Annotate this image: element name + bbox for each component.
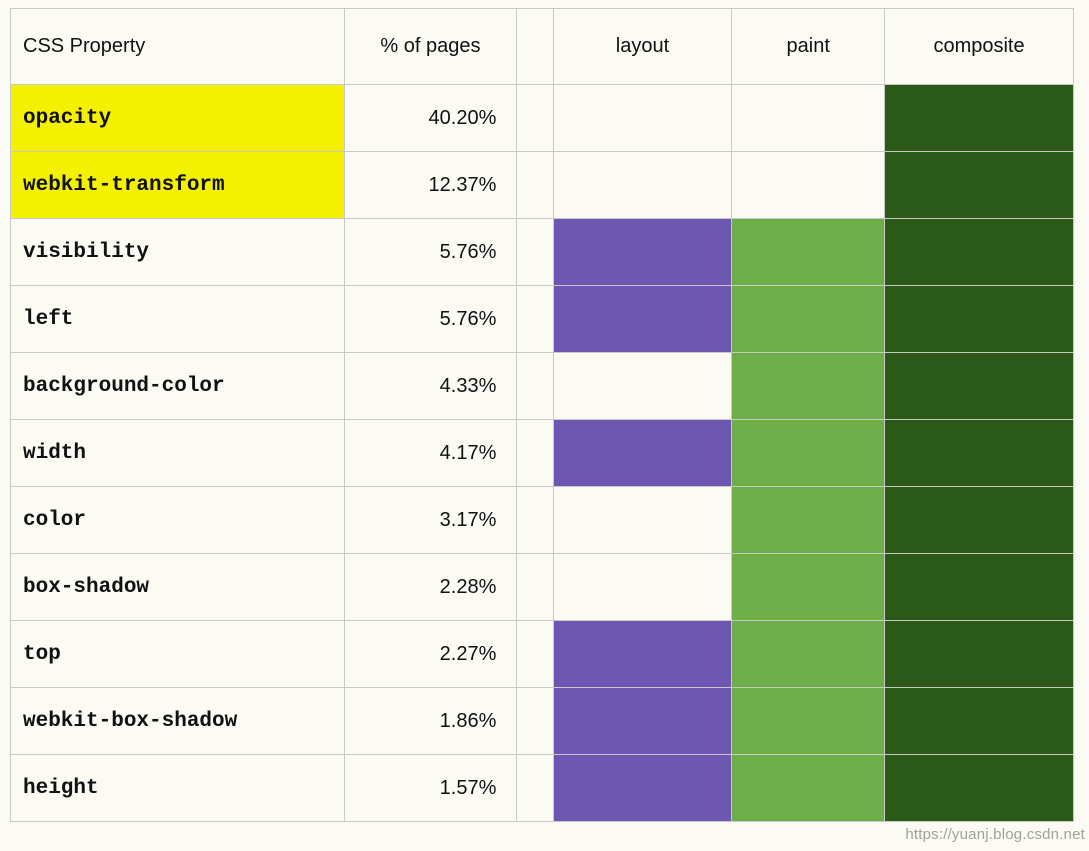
cell-spacer <box>517 219 553 286</box>
cell-layout <box>553 487 732 554</box>
cell-paint <box>732 353 885 420</box>
cell-percent: 40.20% <box>344 85 517 152</box>
cell-layout <box>553 286 732 353</box>
cell-layout <box>553 621 732 688</box>
cell-property: webkit-transform <box>11 152 345 219</box>
cell-percent: 12.37% <box>344 152 517 219</box>
cell-composite <box>885 85 1074 152</box>
table-header-row: CSS Property % of pages layout paint com… <box>11 9 1074 85</box>
table-row: width4.17% <box>11 420 1074 487</box>
cell-composite <box>885 219 1074 286</box>
cell-property: visibility <box>11 219 345 286</box>
cell-percent: 3.17% <box>344 487 517 554</box>
cell-property: opacity <box>11 85 345 152</box>
cell-property: background-color <box>11 353 345 420</box>
cell-layout <box>553 420 732 487</box>
cell-paint <box>732 755 885 822</box>
table-row: opacity40.20% <box>11 85 1074 152</box>
cell-percent: 4.33% <box>344 353 517 420</box>
cell-property: height <box>11 755 345 822</box>
col-header-property: CSS Property <box>11 9 345 85</box>
col-header-paint: paint <box>732 9 885 85</box>
cell-composite <box>885 688 1074 755</box>
col-header-spacer <box>517 9 553 85</box>
cell-spacer <box>517 152 553 219</box>
cell-spacer <box>517 85 553 152</box>
table-row: background-color4.33% <box>11 353 1074 420</box>
cell-layout <box>553 755 732 822</box>
cell-composite <box>885 152 1074 219</box>
cell-spacer <box>517 688 553 755</box>
cell-paint <box>732 152 885 219</box>
cell-property: box-shadow <box>11 554 345 621</box>
cell-composite <box>885 487 1074 554</box>
cell-percent: 2.27% <box>344 621 517 688</box>
cell-percent: 2.28% <box>344 554 517 621</box>
cell-composite <box>885 286 1074 353</box>
cell-property: left <box>11 286 345 353</box>
cell-paint <box>732 554 885 621</box>
table-row: box-shadow2.28% <box>11 554 1074 621</box>
cell-paint <box>732 487 885 554</box>
cell-percent: 1.86% <box>344 688 517 755</box>
cell-spacer <box>517 420 553 487</box>
col-header-composite: composite <box>885 9 1074 85</box>
cell-property: top <box>11 621 345 688</box>
cell-composite <box>885 755 1074 822</box>
cell-composite <box>885 353 1074 420</box>
cell-percent: 5.76% <box>344 219 517 286</box>
cell-spacer <box>517 755 553 822</box>
cell-layout <box>553 688 732 755</box>
cell-paint <box>732 85 885 152</box>
cell-property: width <box>11 420 345 487</box>
cell-property: webkit-box-shadow <box>11 688 345 755</box>
table-row: color3.17% <box>11 487 1074 554</box>
cell-layout <box>553 219 732 286</box>
table-row: visibility5.76% <box>11 219 1074 286</box>
cell-paint <box>732 219 885 286</box>
col-header-layout: layout <box>553 9 732 85</box>
col-header-percent: % of pages <box>344 9 517 85</box>
cell-layout <box>553 554 732 621</box>
watermark-text: https://yuanj.blog.csdn.net <box>905 826 1085 843</box>
cell-composite <box>885 621 1074 688</box>
table-row: webkit-box-shadow1.86% <box>11 688 1074 755</box>
cell-layout <box>553 152 732 219</box>
cell-spacer <box>517 554 553 621</box>
cell-percent: 5.76% <box>344 286 517 353</box>
css-property-table: CSS Property % of pages layout paint com… <box>10 8 1074 822</box>
cell-composite <box>885 554 1074 621</box>
cell-property: color <box>11 487 345 554</box>
table-row: left5.76% <box>11 286 1074 353</box>
table-row: top2.27% <box>11 621 1074 688</box>
cell-paint <box>732 688 885 755</box>
cell-layout <box>553 85 732 152</box>
cell-paint <box>732 420 885 487</box>
cell-paint <box>732 286 885 353</box>
table-row: height1.57% <box>11 755 1074 822</box>
table-row: webkit-transform12.37% <box>11 152 1074 219</box>
cell-layout <box>553 353 732 420</box>
cell-paint <box>732 621 885 688</box>
cell-percent: 4.17% <box>344 420 517 487</box>
cell-spacer <box>517 621 553 688</box>
cell-spacer <box>517 487 553 554</box>
cell-spacer <box>517 286 553 353</box>
cell-spacer <box>517 353 553 420</box>
cell-percent: 1.57% <box>344 755 517 822</box>
cell-composite <box>885 420 1074 487</box>
